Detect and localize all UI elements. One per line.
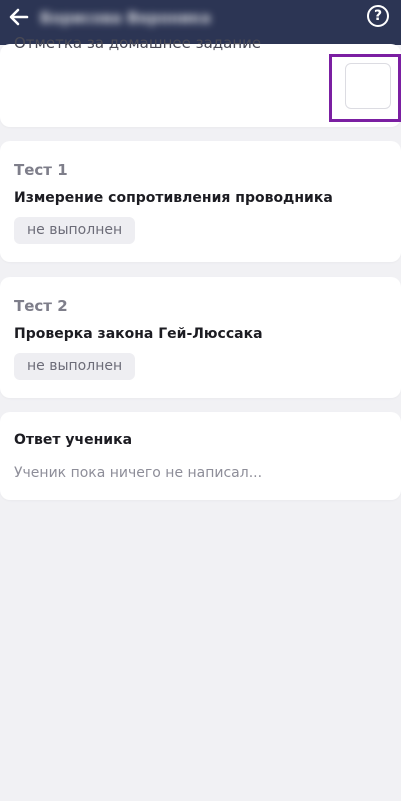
- back-button[interactable]: [6, 4, 32, 30]
- test-title: Измерение сопротивления проводника: [14, 190, 333, 206]
- student-name-title: Борисова Вероника: [40, 9, 211, 27]
- answer-title: Ответ ученика: [14, 432, 133, 448]
- test-number: Тест 2: [14, 297, 68, 315]
- status-badge: не выполнен: [14, 217, 136, 244]
- answer-text: Ученик пока ничего не написал...: [14, 465, 263, 481]
- arrow-left-icon: [9, 8, 29, 26]
- status-badge: не выполнен: [14, 353, 136, 380]
- grade-label: Отметка за домашнее задание: [14, 34, 262, 52]
- student-answer-card: Ответ ученика Ученик пока ничего не напи…: [0, 412, 401, 500]
- test-title: Проверка закона Гей-Люссака: [14, 326, 263, 342]
- question-icon: ?: [373, 8, 383, 24]
- test-card-2[interactable]: Тест 2 Проверка закона Гей-Люссака не вы…: [0, 277, 401, 398]
- help-button[interactable]: ?: [367, 5, 389, 27]
- test-card-1[interactable]: Тест 1 Измерение сопротивления проводник…: [0, 141, 401, 262]
- test-number: Тест 1: [14, 161, 68, 179]
- grade-input[interactable]: [345, 63, 391, 109]
